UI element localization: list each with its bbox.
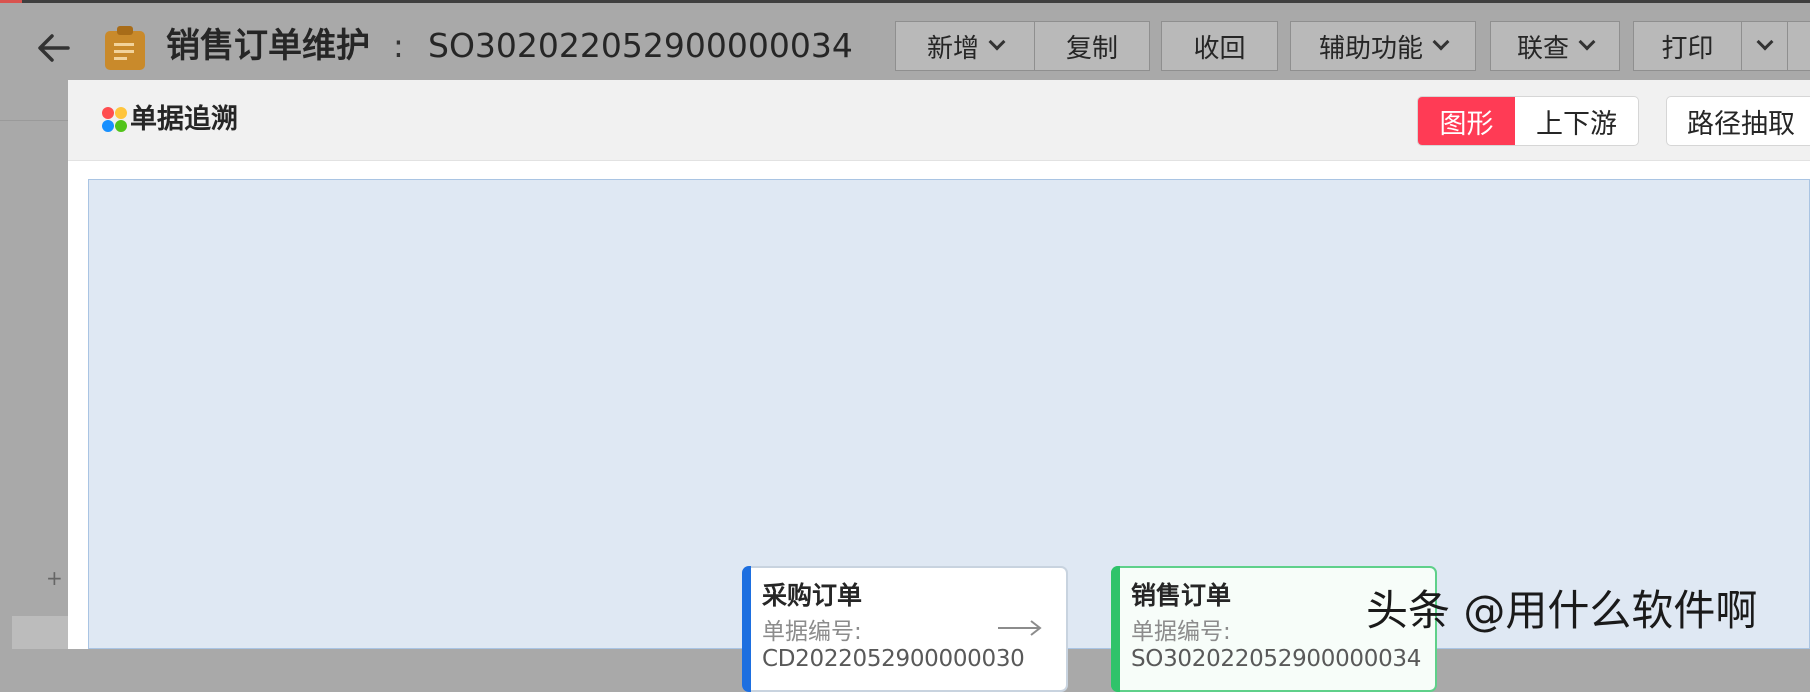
title-separator: : <box>393 27 404 65</box>
watermark-text: 头条 @用什么软件啊 <box>1366 586 1758 635</box>
add-button-label: 新增 <box>926 33 979 64</box>
revoke-button-label: 收回 <box>1193 33 1246 64</box>
print-dropdown-button[interactable] <box>1741 21 1788 71</box>
background-panel <box>12 616 68 649</box>
dialog-title: 单据追溯 <box>130 104 238 135</box>
chevron-down-icon <box>1432 33 1450 51</box>
view-graph-tab[interactable]: 图形 <box>1418 97 1515 145</box>
node-accent-bar <box>742 566 751 692</box>
background-divider <box>0 120 68 121</box>
view-toggle: 图形 上下游 <box>1417 96 1639 146</box>
back-arrow-icon[interactable] <box>30 23 80 73</box>
node-accent-bar <box>1111 566 1120 692</box>
linked-query-button[interactable]: 联查 <box>1490 21 1620 71</box>
path-extract-button[interactable]: 路径抽取 <box>1666 96 1810 146</box>
node-title: 销售订单 <box>1131 581 1232 610</box>
linked-query-label: 联查 <box>1516 33 1569 64</box>
aux-functions-label: 辅助功能 <box>1318 33 1423 64</box>
copy-button-label: 复制 <box>1065 33 1118 64</box>
node-label: 单据编号: <box>1131 619 1231 645</box>
chevron-down-icon <box>988 33 1006 51</box>
trace-logo-icon <box>102 107 127 132</box>
flow-arrow-icon <box>998 620 1042 636</box>
add-button[interactable]: 新增 <box>895 21 1035 71</box>
node-title: 采购订单 <box>762 581 863 610</box>
order-number: SO302022052900000034 <box>428 26 853 65</box>
revoke-button[interactable]: 收回 <box>1161 21 1278 71</box>
aux-functions-button[interactable]: 辅助功能 <box>1290 21 1476 71</box>
copy-button[interactable]: 复制 <box>1034 21 1150 71</box>
chevron-down-icon <box>1756 33 1773 51</box>
node-value: CD2022052900000030 <box>762 646 1025 672</box>
node-value: SO302022052900000034 <box>1131 646 1422 672</box>
node-label: 单据编号: <box>762 619 862 645</box>
page-header: 销售订单维护 : SO302022052900000034 新增 复制 收回 辅… <box>0 3 1810 88</box>
chevron-down-icon <box>1578 33 1596 51</box>
clipboard-icon <box>105 26 145 70</box>
print-button[interactable]: 打印 <box>1633 21 1742 71</box>
background-add-text: + <box>46 566 63 590</box>
print-button-label: 打印 <box>1661 33 1714 64</box>
dialog-header: 单据追溯 图形 上下游 路径抽取 <box>68 80 1810 161</box>
view-stream-tab[interactable]: 上下游 <box>1515 97 1638 145</box>
trace-dialog: 单据追溯 图形 上下游 路径抽取 采购订单 单据编号: CD2022052900… <box>68 80 1810 692</box>
more-button[interactable] <box>1787 21 1810 71</box>
page-title: 销售订单维护 <box>166 26 370 66</box>
background-page <box>0 88 68 649</box>
